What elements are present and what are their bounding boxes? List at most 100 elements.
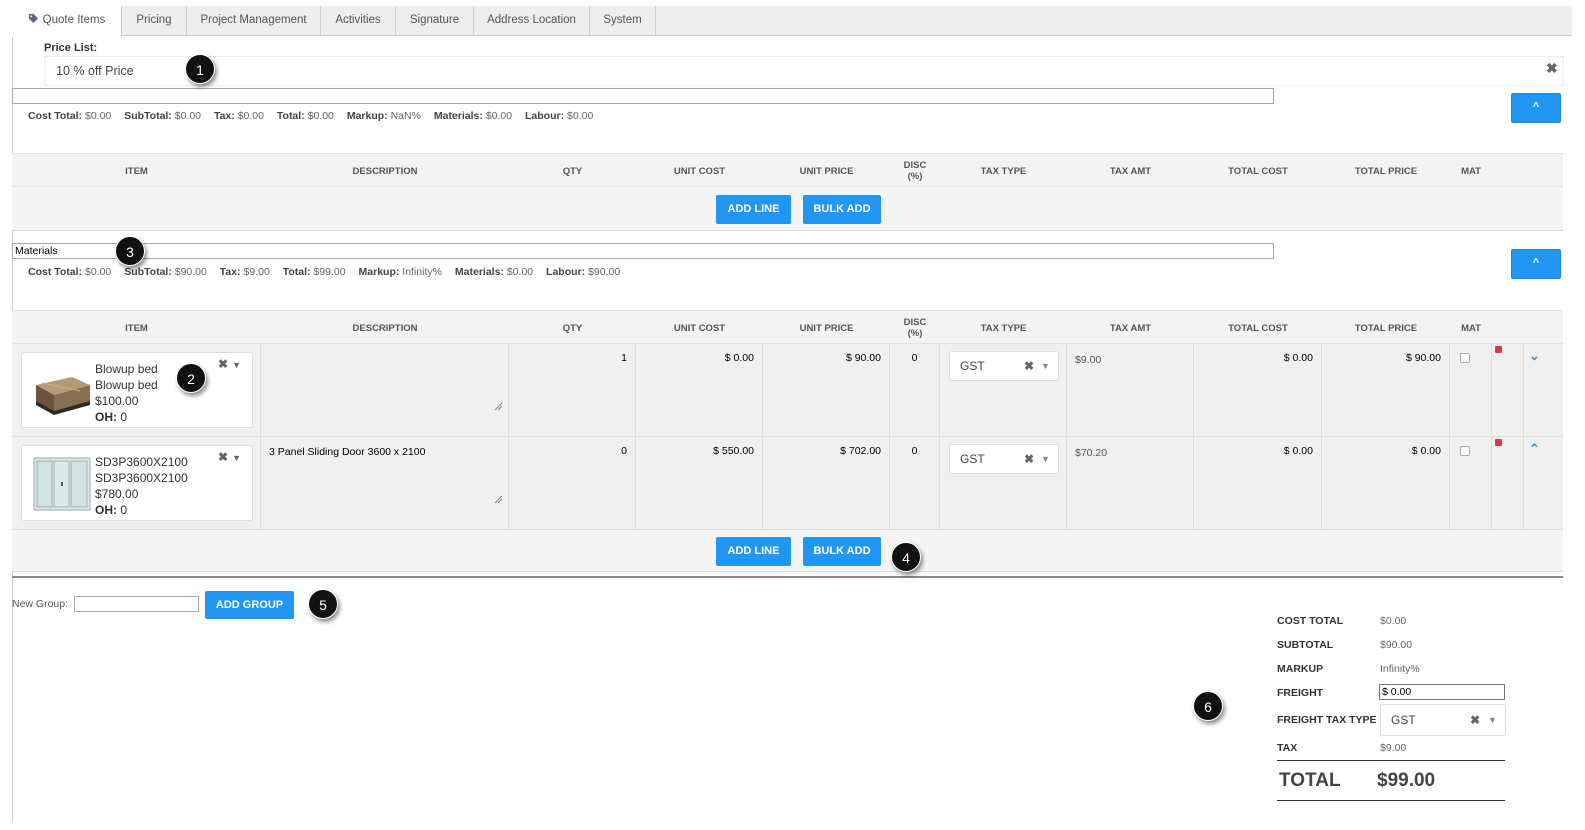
- grand-total-value: $99.00: [1377, 770, 1436, 791]
- tab-signature[interactable]: Signature: [396, 6, 474, 36]
- item-details: SD3P3600X2100 SD3P3600X2100 $780.00 OH: …: [95, 454, 188, 518]
- price-list-select[interactable]: 10 % off Price: [44, 56, 1564, 86]
- markup-label: MARKUP: [1277, 663, 1324, 675]
- resize-grip-icon[interactable]: [493, 494, 503, 504]
- qty-value[interactable]: 0: [621, 445, 627, 457]
- add-line-button[interactable]: ADD LINE: [716, 195, 791, 224]
- clear-icon[interactable]: ✖: [1546, 60, 1558, 77]
- new-group-input[interactable]: [74, 596, 199, 612]
- delete-icon[interactable]: [1495, 439, 1502, 446]
- description-text[interactable]: 3 Panel Sliding Door 3600 x 2100: [269, 446, 425, 458]
- tab-project-management[interactable]: Project Management: [187, 6, 321, 36]
- unit-cost-value[interactable]: $ 550.00: [713, 445, 754, 457]
- column-header-mat: MAT: [1461, 322, 1481, 334]
- item-select-controls[interactable]: ✖ ▼: [218, 357, 241, 371]
- tab-quote-items[interactable]: Quote Items: [12, 6, 122, 37]
- mat-cell: [1450, 437, 1492, 530]
- item-card[interactable]: Blowup bed Blowup bed $100.00 OH: 0 ✖ ▼: [21, 352, 253, 428]
- item-card[interactable]: SD3P3600X2100 SD3P3600X2100 $780.00 OH: …: [21, 445, 253, 521]
- clear-icon: ✖: [1024, 452, 1035, 466]
- divider: [1277, 760, 1505, 761]
- bulk-add-button[interactable]: BULK ADD: [803, 537, 881, 566]
- qty-cell[interactable]: 1: [509, 344, 636, 437]
- column-header-description: DESCRIPTION: [352, 322, 418, 334]
- unit-price-cell[interactable]: $ 90.00: [763, 344, 890, 437]
- group-name-input[interactable]: [12, 88, 1274, 104]
- column-header-tax-amt: TAX AMT: [1109, 165, 1152, 177]
- price-list-value: 10 % off Price: [56, 64, 134, 78]
- qty-cell[interactable]: 0: [509, 437, 636, 530]
- column-header-disc: DISC (%): [903, 160, 927, 182]
- item-select-controls[interactable]: ✖ ▼: [218, 450, 241, 464]
- collapse-group-button[interactable]: ^: [1511, 249, 1561, 279]
- item-cell: SD3P3600X2100 SD3P3600X2100 $780.00 OH: …: [12, 437, 261, 530]
- tab-activities[interactable]: Activities: [321, 6, 396, 36]
- description-cell[interactable]: [261, 344, 509, 437]
- unit-cost-cell[interactable]: $ 0.00: [636, 344, 763, 437]
- caret-down-icon: ▼: [1488, 715, 1497, 725]
- unit-price-value[interactable]: $ 702.00: [840, 445, 881, 457]
- tax-amt-value: $9.00: [1075, 354, 1102, 366]
- column-header-tax-amt: TAX AMT: [1109, 322, 1152, 334]
- column-header-tax-type: TAX TYPE: [980, 165, 1027, 177]
- disc-value[interactable]: 0: [890, 445, 939, 457]
- description-cell[interactable]: 3 Panel Sliding Door 3600 x 2100: [261, 437, 509, 530]
- disc-cell[interactable]: 0: [890, 344, 940, 437]
- table-header: ITEM DESCRIPTION QTY UNIT COST UNIT PRIC…: [12, 310, 1563, 344]
- tab-pricing[interactable]: Pricing: [122, 6, 187, 36]
- unit-price-cell[interactable]: $ 702.00: [763, 437, 890, 530]
- product-image-bed: [36, 377, 90, 415]
- group-summary: Cost Total: $0.00 SubTotal: $90.00 Tax: …: [28, 266, 621, 278]
- column-header-qty: QTY: [562, 322, 583, 334]
- add-group-button[interactable]: ADD GROUP: [205, 591, 294, 619]
- move-cell: ⌃: [1524, 437, 1563, 530]
- collapse-group-button[interactable]: ^: [1511, 93, 1561, 123]
- tab-label: System: [603, 14, 642, 26]
- cost-total-value: $0.00: [1380, 615, 1407, 627]
- column-header-unit-cost: UNIT COST: [673, 322, 726, 334]
- tab-label: Quote Items: [42, 14, 106, 26]
- tab-address-location[interactable]: Address Location: [474, 6, 590, 36]
- chevron-up-icon[interactable]: ⌃: [1529, 441, 1540, 457]
- disc-cell[interactable]: 0: [890, 437, 940, 530]
- tab-label: Address Location: [487, 14, 576, 26]
- clear-icon: ✖: [218, 357, 229, 371]
- item-sku: SD3P3600X2100: [95, 471, 188, 485]
- delete-cell: [1492, 344, 1524, 437]
- delete-icon[interactable]: [1495, 346, 1502, 353]
- table-row: SD3P3600X2100 SD3P3600X2100 $780.00 OH: …: [12, 437, 1563, 530]
- caret-down-icon: ▼: [232, 453, 241, 463]
- tag-icon: [28, 13, 38, 24]
- clear-icon: ✖: [1024, 359, 1035, 373]
- resize-grip-icon[interactable]: [493, 401, 503, 411]
- unit-price-value[interactable]: $ 90.00: [846, 352, 881, 364]
- group-name-input[interactable]: [12, 243, 1274, 259]
- add-line-button[interactable]: ADD LINE: [716, 537, 791, 566]
- unit-cost-cell[interactable]: $ 550.00: [636, 437, 763, 530]
- clear-icon: ✖: [1470, 713, 1481, 727]
- bulk-add-button[interactable]: BULK ADD: [803, 195, 881, 224]
- freight-input[interactable]: [1379, 684, 1505, 700]
- mat-cell: [1450, 344, 1492, 437]
- freight-tax-type-select[interactable]: GST ✖ ▼: [1380, 704, 1506, 736]
- callout-badge: 5: [308, 589, 338, 619]
- total-cost-cell: $ 0.00: [1194, 344, 1322, 437]
- tax-type-select[interactable]: GST ✖ ▼: [949, 444, 1059, 474]
- item-cell: Blowup bed Blowup bed $100.00 OH: 0 ✖ ▼: [12, 344, 261, 437]
- item-name: Blowup bed: [95, 362, 158, 376]
- total-cost-cell: $ 0.00: [1194, 437, 1322, 530]
- total-cost-value: $ 0.00: [1283, 445, 1313, 457]
- group-actions: ADD LINE BULK ADD: [12, 187, 1563, 231]
- column-header-mat: MAT: [1461, 165, 1481, 177]
- table-header: ITEM DESCRIPTION QTY UNIT COST UNIT PRIC…: [12, 153, 1563, 187]
- mat-checkbox[interactable]: [1460, 446, 1470, 456]
- tax-type-select[interactable]: GST ✖ ▼: [949, 351, 1059, 381]
- qty-value[interactable]: 1: [621, 352, 627, 364]
- mat-checkbox[interactable]: [1460, 353, 1470, 363]
- chevron-down-icon[interactable]: ⌄: [1529, 348, 1540, 364]
- unit-cost-value[interactable]: $ 0.00: [725, 352, 754, 364]
- item-on-hand: OH: 0: [95, 410, 128, 424]
- caret-down-icon: ▼: [232, 360, 241, 370]
- disc-value[interactable]: 0: [890, 352, 939, 364]
- tab-system[interactable]: System: [590, 6, 656, 36]
